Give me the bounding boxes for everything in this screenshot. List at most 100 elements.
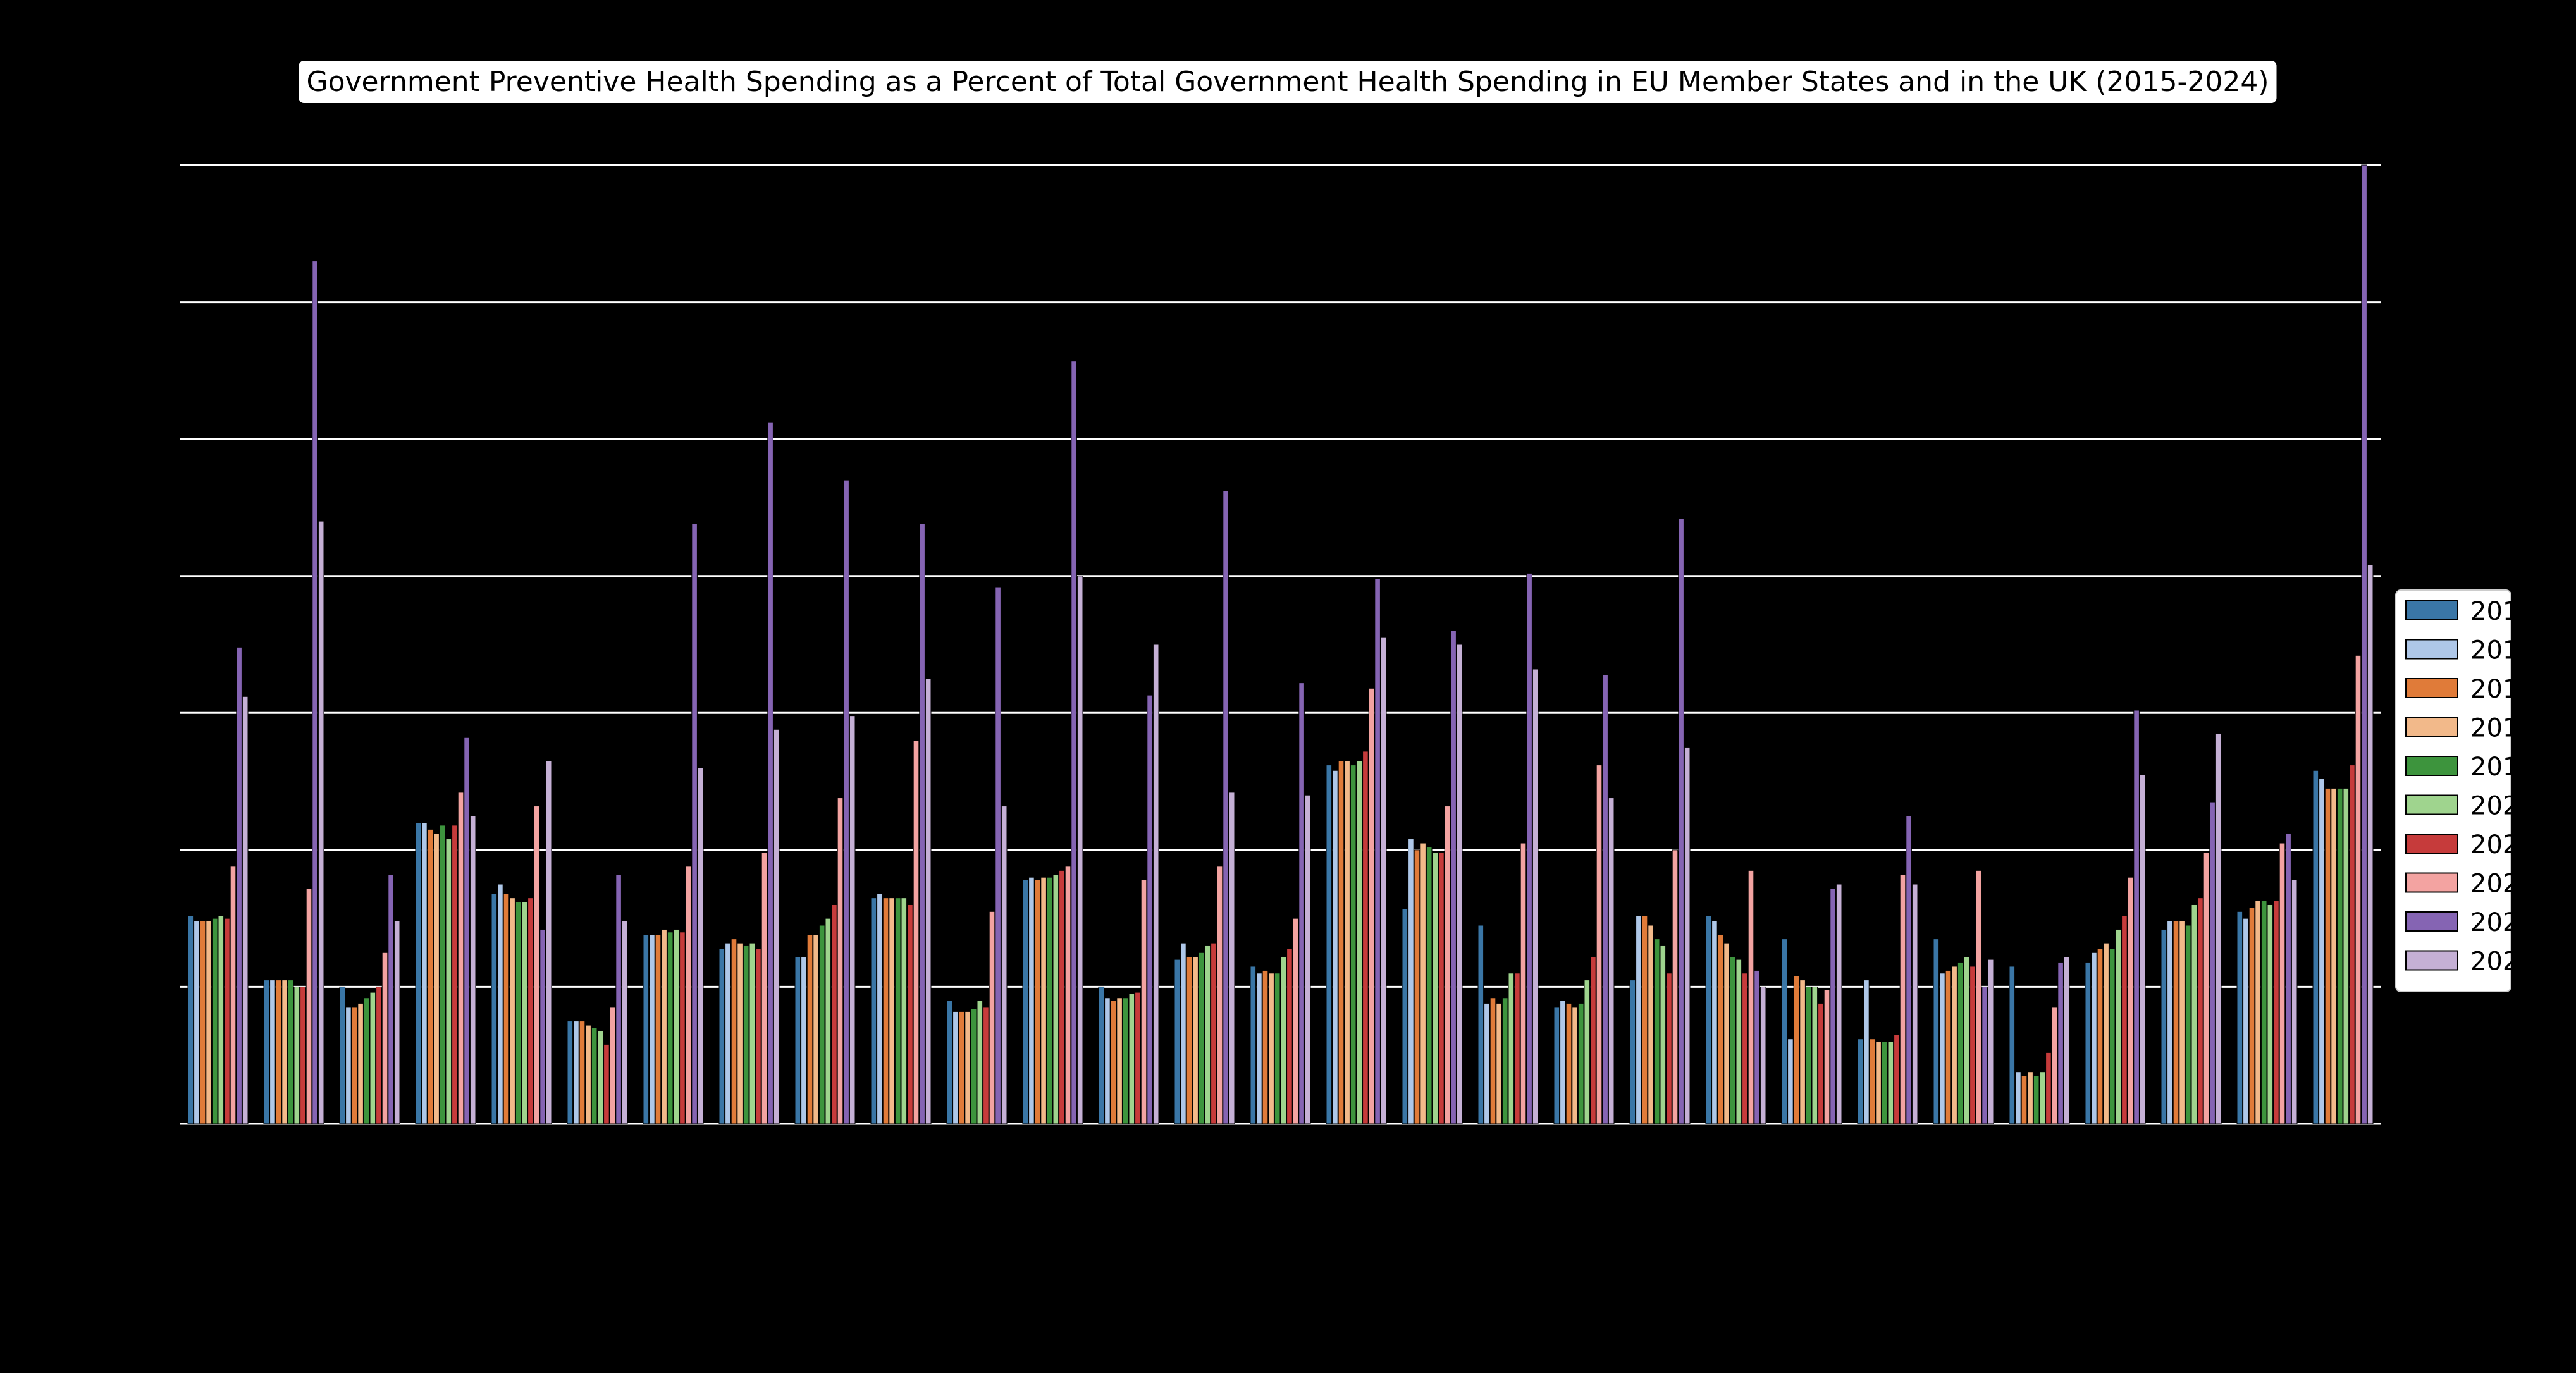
- bar-2021: [1742, 973, 1748, 1124]
- bar-2017: [1186, 956, 1193, 1124]
- bar-2018: [433, 833, 440, 1124]
- bar-2017: [1262, 970, 1269, 1124]
- bar-2020: [977, 1000, 983, 1124]
- bar-2017: [806, 934, 813, 1124]
- bar-2021: [2273, 900, 2279, 1124]
- bar-2021: [1211, 942, 1217, 1124]
- bar-2023: [1754, 970, 1760, 1124]
- bar-2020: [2115, 928, 2122, 1124]
- bar-2021: [679, 932, 686, 1124]
- bar-2021: [376, 986, 382, 1124]
- bar-2023: [312, 261, 318, 1124]
- bar-2019: [2109, 948, 2116, 1124]
- bar-2016: [1787, 1038, 1794, 1124]
- bar-2016: [1636, 915, 1642, 1124]
- bar-2024: [2291, 880, 2298, 1124]
- bar-2024: [849, 715, 856, 1124]
- bar-2024: [1076, 576, 1083, 1124]
- bar-2021: [831, 904, 837, 1124]
- bar-2015: [1781, 939, 1788, 1124]
- bar-2021: [300, 986, 306, 1124]
- bar-2020: [1584, 980, 1591, 1124]
- legend-label-2024: 2024: [2470, 947, 2535, 976]
- bar-2018: [1496, 1002, 1502, 1124]
- bar-2017: [1489, 997, 1496, 1124]
- bar-2024: [1684, 746, 1691, 1124]
- bar-2021: [907, 904, 913, 1124]
- bar-2022: [381, 952, 388, 1124]
- bar-2018: [585, 1025, 591, 1124]
- bar-2023: [2361, 164, 2367, 1124]
- bar-2024: [1228, 792, 1235, 1124]
- bar-2016: [497, 884, 503, 1124]
- bar-2020: [218, 915, 225, 1124]
- bar-2023: [691, 523, 698, 1124]
- bar-2019: [1122, 997, 1129, 1124]
- bar-2020: [597, 1030, 604, 1124]
- legend-label-2015: 2015: [2470, 597, 2535, 626]
- bar-2017: [1945, 970, 1952, 1124]
- bar-2024: [1380, 637, 1387, 1124]
- bar-2018: [206, 920, 212, 1124]
- bar-2024: [1152, 644, 1159, 1124]
- bar-2016: [1560, 1000, 1566, 1124]
- bar-2019: [287, 980, 294, 1124]
- bar-2023: [1223, 490, 1229, 1124]
- bar-2022: [1216, 866, 1223, 1124]
- bar-2022: [1672, 849, 1679, 1124]
- bar-2021: [1362, 751, 1369, 1124]
- bar-2017: [882, 897, 889, 1124]
- bar-2018: [889, 897, 895, 1124]
- bar-2021: [2197, 897, 2203, 1124]
- bar-2016: [877, 893, 883, 1124]
- bar-2018: [1344, 760, 1350, 1124]
- bar-2018: [509, 897, 515, 1124]
- bar-2015: [339, 986, 346, 1124]
- bar-2021: [2121, 915, 2128, 1124]
- bar-2016: [2167, 920, 2173, 1124]
- bar-2020: [445, 839, 452, 1124]
- bar-2019: [439, 825, 446, 1124]
- bar-2019: [1881, 1041, 1888, 1124]
- bar-2018: [2179, 920, 2185, 1124]
- bar-2020: [2191, 904, 2198, 1124]
- bar-2024: [545, 760, 552, 1124]
- bar-2015: [1174, 959, 1181, 1124]
- legend-swatch-2022: [2405, 872, 2458, 893]
- bar-2020: [1128, 993, 1135, 1124]
- bar-2017: [958, 1011, 965, 1124]
- bar-2023: [1906, 815, 1912, 1124]
- bar-2022: [1596, 765, 1603, 1124]
- bar-2022: [305, 887, 312, 1124]
- bar-2022: [1292, 918, 1299, 1124]
- bar-2017: [351, 1007, 358, 1124]
- bar-2022: [2127, 877, 2134, 1124]
- bar-2016: [1711, 920, 1718, 1124]
- bar-2019: [1198, 952, 1205, 1124]
- bar-2019: [1805, 986, 1812, 1124]
- bar-2020: [901, 897, 908, 1124]
- bar-2022: [1823, 989, 1830, 1124]
- bar-2024: [1001, 806, 1008, 1124]
- bar-2021: [1059, 870, 1065, 1124]
- bar-2016: [1939, 973, 1945, 1124]
- bar-2023: [2133, 710, 2140, 1124]
- legend-label-2022: 2022: [2470, 870, 2535, 899]
- bar-2023: [767, 422, 773, 1124]
- bar-2020: [521, 901, 528, 1124]
- bar-2015: [1705, 915, 1712, 1124]
- bar-2023: [464, 737, 470, 1124]
- bar-2016: [2091, 952, 2097, 1124]
- bar-2024: [1835, 884, 1842, 1124]
- legend-label-2019: 2019: [2470, 753, 2535, 782]
- bar-2022: [2051, 1007, 2058, 1124]
- bar-2018: [964, 1011, 971, 1124]
- bar-2024: [2063, 956, 2070, 1124]
- legend-label-2020: 2020: [2470, 792, 2535, 821]
- bar-2016: [421, 822, 428, 1124]
- bar-2015: [1477, 925, 1484, 1124]
- bar-2019: [2185, 925, 2191, 1124]
- bar-2024: [1532, 668, 1539, 1124]
- bar-2016: [1408, 839, 1414, 1124]
- bar-2015: [946, 1000, 953, 1124]
